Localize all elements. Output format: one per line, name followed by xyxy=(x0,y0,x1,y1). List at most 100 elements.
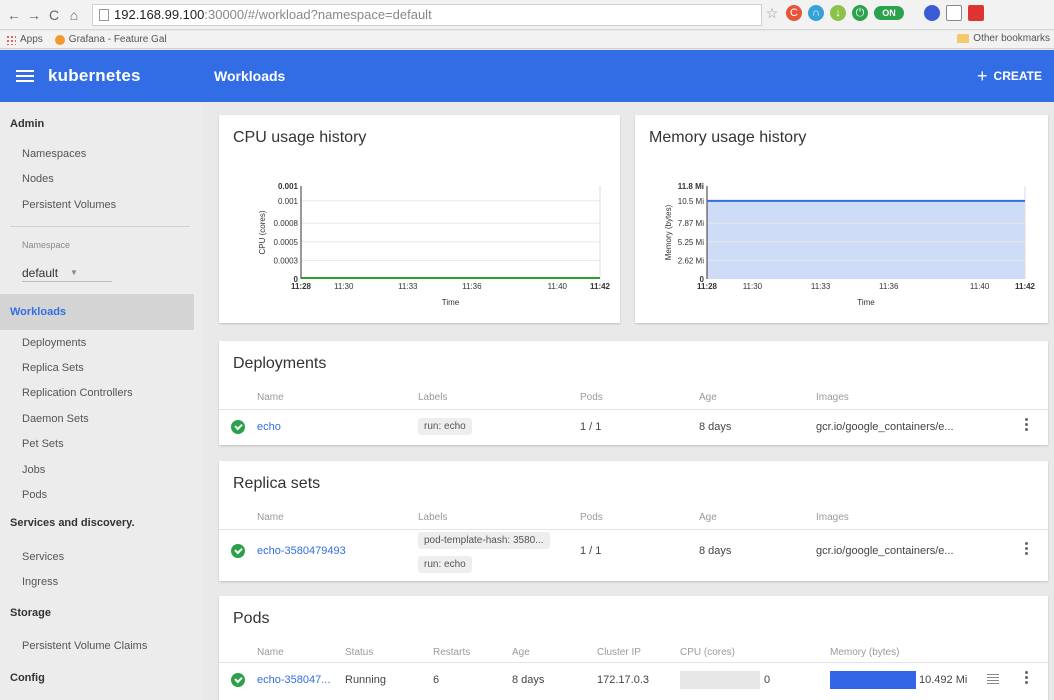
brand-title[interactable]: kubernetes xyxy=(48,66,141,86)
deployments-title: Deployments xyxy=(233,355,327,372)
y-tick-label: 0.001 xyxy=(278,182,299,191)
pods-card: Pods Name Status Restarts Age Cluster IP… xyxy=(219,596,1048,700)
column-header-images: Images xyxy=(816,392,849,403)
sidebar-item-nodes[interactable]: Nodes xyxy=(22,173,54,185)
sidebar-section-admin[interactable]: Admin xyxy=(10,118,44,130)
x-tick-label: 11:42 xyxy=(590,282,611,291)
sidebar-item-deployments[interactable]: Deployments xyxy=(22,337,86,349)
sidebar-item-daemon-sets[interactable]: Daemon Sets xyxy=(22,413,89,425)
column-header-name[interactable]: Name xyxy=(257,647,284,658)
address-bar[interactable]: 192.168.99.100:30000/#/workload?namespac… xyxy=(92,3,762,26)
column-header-restarts: Restarts xyxy=(433,647,471,658)
pod-status: Running xyxy=(345,674,386,686)
column-header-name[interactable]: Name xyxy=(257,392,284,403)
download-icon[interactable]: ↓ xyxy=(830,5,846,21)
forward-icon[interactable]: → xyxy=(26,6,42,24)
extension-box-icon[interactable] xyxy=(946,5,962,21)
sidebar-section-storage[interactable]: Storage xyxy=(10,607,51,619)
age-value: 8 days xyxy=(699,421,732,433)
more-actions-icon[interactable] xyxy=(1024,671,1028,684)
y-axis-label: Memory (bytes) xyxy=(664,204,673,260)
home-icon[interactable]: ⌂ xyxy=(66,6,82,24)
replica-sets-card: Replica sets Name Labels Pods Age Images… xyxy=(219,461,1048,581)
column-header-pods: Pods xyxy=(580,512,603,523)
star-icon[interactable]: ☆ xyxy=(764,5,780,21)
y-tick-label: 2.62 Mi xyxy=(678,256,704,265)
memory-usage-chart: 02.62 Mi5.25 Mi7.87 Mi10.5 Mi11.8 Mi11:2… xyxy=(664,182,1036,307)
logs-icon[interactable] xyxy=(987,674,999,684)
sidebar-item-pet-sets[interactable]: Pet Sets xyxy=(22,438,64,450)
sidebar-item-jobs[interactable]: Jobs xyxy=(22,464,45,476)
other-bookmarks[interactable]: Other bookmarks xyxy=(957,33,1050,44)
bookmarks-bar: Apps Grafana - Feature Gal Other bookmar… xyxy=(0,31,1054,49)
browser-toolbar: ← → C ⌂ 192.168.99.100:30000/#/workload?… xyxy=(0,0,1054,30)
page-icon xyxy=(99,8,109,21)
memory-usage-fill xyxy=(830,671,916,689)
pod-memory-value: 10.492 Mi xyxy=(919,674,968,686)
headphones-icon[interactable]: ∩ xyxy=(808,5,824,21)
pods-count: 1 / 1 xyxy=(580,545,602,557)
power-icon[interactable]: ⏻ xyxy=(852,5,868,21)
sidebar-section-workloads[interactable]: Workloads xyxy=(10,306,66,318)
age-value: 8 days xyxy=(699,545,732,557)
namespace-select[interactable]: default ▼ xyxy=(22,264,112,282)
label-chip: pod-template-hash: 3580... xyxy=(418,532,550,549)
cpu-usage-chart: 00.00030.00050.00080.0010.00111:28 11:30 1… xyxy=(258,182,611,307)
pod-restarts: 6 xyxy=(433,674,440,686)
y-tick-label: 7.87 Mi xyxy=(678,219,704,228)
sidebar-item-pods[interactable]: Pods xyxy=(22,489,47,501)
pods-title: Pods xyxy=(233,610,270,627)
replica-sets-title: Replica sets xyxy=(233,475,321,492)
status-ok-icon xyxy=(231,544,245,558)
sidebar-section-config[interactable]: Config xyxy=(10,672,45,684)
back-icon[interactable]: ← xyxy=(6,6,22,24)
sidebar-item-replication-controllers[interactable]: Replication Controllers xyxy=(22,387,133,399)
more-actions-icon[interactable] xyxy=(1024,418,1028,431)
bookmark-grafana[interactable]: Grafana - Feature Gal xyxy=(54,34,167,45)
pods-count: 1 / 1 xyxy=(580,421,602,433)
extension-blue-icon[interactable] xyxy=(924,5,940,21)
image-value: gcr.io/google_containers/e... xyxy=(816,545,954,557)
plus-icon: + xyxy=(977,65,988,86)
chevron-down-icon: ▼ xyxy=(70,268,78,277)
create-label: CREATE xyxy=(993,69,1042,83)
pod-cpu-value: 0 xyxy=(764,674,771,686)
x-tick-label: 11:40 xyxy=(970,282,990,291)
pod-name-link[interactable]: echo-358047... xyxy=(257,674,330,686)
sidebar-item-replica-sets[interactable]: Replica Sets xyxy=(22,362,84,374)
extension-icons: ☆ C ∩ ↓ ⏻ ON xyxy=(764,5,984,21)
sidebar: Admin Namespaces Nodes Persistent Volume… xyxy=(0,102,203,700)
cpu-usage-bar xyxy=(680,671,760,689)
extension-red-box-icon[interactable] xyxy=(968,5,984,21)
cpu-usage-card: CPU usage history 0 0.0003 0.0005 0.0008 0.0… xyxy=(219,115,620,323)
namespace-label: Namespace xyxy=(22,240,71,250)
replica-set-name-link[interactable]: echo-3580479493 xyxy=(257,545,346,557)
bookmark-apps[interactable]: Apps xyxy=(6,34,43,45)
apps-icon xyxy=(6,34,16,45)
reload-icon[interactable]: C xyxy=(46,6,62,24)
image-value: gcr.io/google_containers/e... xyxy=(816,421,954,433)
y-tick-label: 11.8 Mi xyxy=(678,182,704,191)
column-header-age[interactable]: Age xyxy=(699,512,717,523)
table-divider xyxy=(219,662,1048,663)
create-button[interactable]: + CREATE xyxy=(977,66,1042,87)
bookmark-label: Apps xyxy=(20,34,43,45)
more-actions-icon[interactable] xyxy=(1024,542,1028,555)
menu-icon[interactable] xyxy=(16,70,34,82)
url-path: :30000/#/workload?namespace=default xyxy=(204,7,432,22)
column-header-memory: Memory (bytes) xyxy=(830,647,900,658)
grafana-icon xyxy=(54,34,65,45)
toggle-on-icon[interactable]: ON xyxy=(874,6,904,20)
sidebar-section-services[interactable]: Services and discovery. xyxy=(10,517,135,529)
sidebar-item-persistent-volume-claims[interactable]: Persistent Volume Claims xyxy=(22,640,147,652)
column-header-age[interactable]: Age xyxy=(512,647,530,658)
deployment-name-link[interactable]: echo xyxy=(257,421,281,433)
column-header-age[interactable]: Age xyxy=(699,392,717,403)
sidebar-item-namespaces[interactable]: Namespaces xyxy=(22,148,86,160)
sidebar-item-persistent-volumes[interactable]: Persistent Volumes xyxy=(22,199,116,211)
column-header-cpu: CPU (cores) xyxy=(680,647,736,658)
extension-red-icon[interactable]: C xyxy=(786,5,802,21)
sidebar-item-ingress[interactable]: Ingress xyxy=(22,576,58,588)
sidebar-item-services[interactable]: Services xyxy=(22,551,64,563)
column-header-name[interactable]: Name xyxy=(257,512,284,523)
